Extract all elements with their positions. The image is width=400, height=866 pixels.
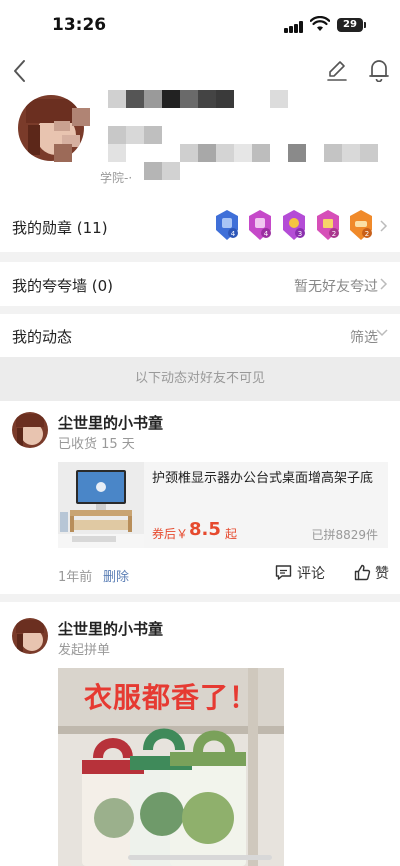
- comment-icon: [275, 565, 292, 580]
- post-image[interactable]: 衣服都香了！: [58, 668, 284, 866]
- battery-indicator: 29: [337, 18, 366, 32]
- product-image: [58, 462, 144, 548]
- filter-button[interactable]: 筛选: [350, 327, 378, 347]
- delete-button[interactable]: 删除: [103, 566, 129, 585]
- thumbs-up-icon: [354, 564, 371, 581]
- comment-label: 评论: [297, 566, 325, 582]
- medal-badge-icon: 3: [283, 210, 305, 240]
- like-label: 赞: [375, 566, 389, 582]
- status-bar: 13:26 29: [0, 0, 400, 48]
- chevron-right-icon: [380, 278, 388, 290]
- home-indicator: [128, 855, 272, 860]
- post-image-caption: 衣服都香了！: [83, 681, 258, 714]
- post-status: 已收货 15 天: [58, 437, 135, 452]
- product-title: 护颈椎显示器办公台式桌面增高架子底: [152, 471, 374, 486]
- product-card[interactable]: 护颈椎显示器办公台式桌面增高架子底 券后￥ 8.5 起 已拼8829件: [58, 462, 388, 548]
- edit-icon[interactable]: [326, 59, 348, 81]
- praise-wall-label: 我的夸夸墙 (0): [12, 277, 114, 295]
- chevron-right-icon: [380, 220, 388, 232]
- svg-text:2: 2: [365, 230, 369, 238]
- medals-label: 我的勋章 (11): [12, 219, 108, 237]
- bell-icon[interactable]: [368, 58, 390, 82]
- post-author[interactable]: 尘世里的小书童: [58, 618, 163, 639]
- price-label: 券后￥: [152, 527, 189, 541]
- status-time: 13:26: [52, 15, 107, 35]
- back-icon[interactable]: [10, 58, 30, 84]
- post-time: 1年前: [58, 570, 93, 585]
- post-avatar[interactable]: [12, 618, 48, 654]
- wifi-icon: [310, 16, 330, 31]
- school-label: 学院-·: [100, 171, 133, 185]
- post-author[interactable]: 尘世里的小书童: [58, 412, 163, 433]
- signal-icon: [284, 21, 304, 33]
- svg-text:3: 3: [298, 230, 302, 238]
- post-avatar[interactable]: [12, 412, 48, 448]
- comment-button[interactable]: 评论: [275, 563, 335, 583]
- avatar[interactable]: [18, 95, 84, 161]
- svg-text:4: 4: [264, 230, 269, 238]
- svg-text:4: 4: [231, 230, 236, 238]
- praise-wall-row[interactable]: 我的夸夸墙 (0) 暂无好友夸过: [0, 262, 400, 306]
- like-button[interactable]: 赞: [354, 563, 394, 583]
- medal-badge-icon: 2: [317, 210, 339, 240]
- visibility-notice: 以下动态对好友不可见: [0, 357, 400, 401]
- post-status: 发起拼单: [58, 643, 111, 658]
- product-price: 8.5: [189, 519, 221, 540]
- svg-text:2: 2: [332, 230, 336, 238]
- medal-badge-icon: 4: [216, 210, 238, 240]
- sold-count: 已拼8829件: [311, 528, 378, 542]
- medal-badge-icon: 4: [249, 210, 271, 240]
- feed-title: 我的动态: [12, 328, 73, 346]
- feed-header: 我的动态 筛选: [0, 314, 400, 357]
- praise-wall-status: 暂无好友夸过: [294, 279, 378, 295]
- price-suffix: 起: [225, 527, 238, 541]
- chevron-down-icon[interactable]: [376, 329, 388, 337]
- medal-badge-icon: 2: [350, 210, 372, 240]
